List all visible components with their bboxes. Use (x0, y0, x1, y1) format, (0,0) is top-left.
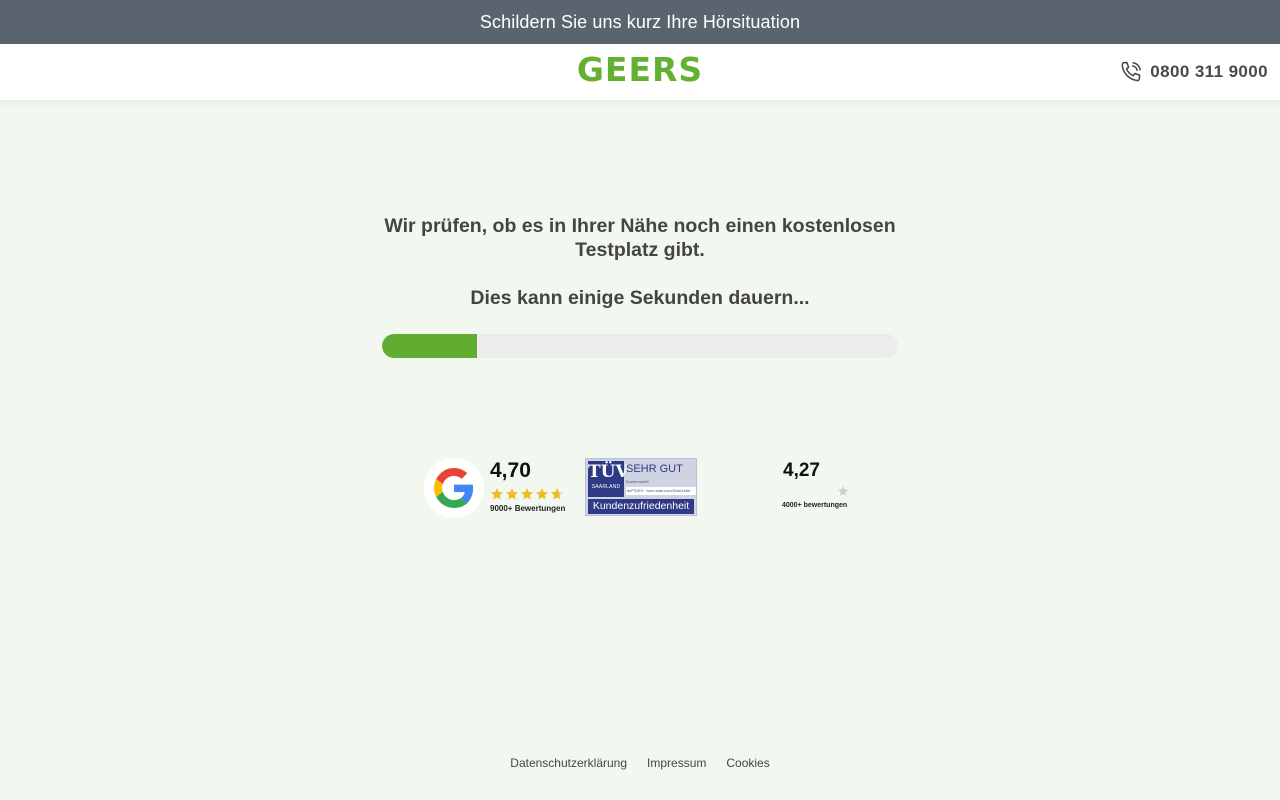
tuv-line-1: Kundenurteil (626, 479, 649, 484)
star-icon (506, 488, 518, 500)
site-header: GEERS 0800 311 9000 (0, 44, 1280, 100)
progress-fill (382, 334, 478, 358)
top-banner-text: Schildern Sie uns kurz Ihre Hörsituation (479, 11, 801, 32)
phone-link[interactable]: 0800 311 9000 (1118, 59, 1268, 85)
tuv-seal: TÜV SAARLAND SEHR GUT Kundenurteil tk/PS… (585, 458, 697, 516)
top-banner: Schildern Sie uns kurz Ihre Hörsituation (0, 0, 1280, 44)
tuv-logo-text: TÜV (588, 462, 629, 482)
tuv-grade: SEHR GUT (626, 463, 683, 475)
footer-link-privacy[interactable]: Datenschutzerklärung (510, 756, 627, 772)
tuv-line-2: tk/PS/ES · tuev-saar.com/ID##1### (626, 487, 696, 495)
phone-icon (1121, 61, 1142, 82)
second-rating-count: 4000+ bewertungen (782, 502, 848, 509)
google-logo-icon (434, 468, 474, 508)
star-icon (837, 486, 849, 496)
status-headline: Wir prüfen, ob es in Ihrer Nähe noch ein… (384, 215, 896, 261)
tuv-logo-subtext: SAARLAND (591, 484, 621, 490)
second-rating-value: 4,27 (783, 460, 820, 481)
header-shadow (0, 100, 1280, 110)
footer-links: Datenschutzerklärung Impressum Cookies (0, 756, 1280, 772)
star-icon (521, 488, 533, 500)
google-rating-count: 9000+ Bewertungen (490, 504, 566, 513)
star-icon (551, 488, 563, 500)
phone-number: 0800 311 9000 (1150, 62, 1268, 81)
google-stars (490, 487, 564, 501)
tuv-logo: TÜV SAARLAND (588, 461, 629, 497)
footer-link-imprint[interactable]: Impressum (647, 756, 706, 772)
footer-link-cookies[interactable]: Cookies (726, 756, 769, 772)
geers-logo[interactable]: GEERS (0, 50, 1280, 89)
star-icon (536, 488, 548, 500)
ratings-row: 4,70 9000+ Bewertungen TÜV SAARLAND SEHR… (0, 0, 1280, 800)
tuv-bottom-label: Kundenzufriedenheit (588, 499, 694, 514)
progress-bar (382, 334, 898, 358)
star-icon (491, 488, 503, 500)
status-subline: Dies kann einige Sekunden dauern... (470, 287, 810, 309)
google-rating-value: 4,70 (490, 459, 531, 482)
google-badge (424, 458, 484, 518)
